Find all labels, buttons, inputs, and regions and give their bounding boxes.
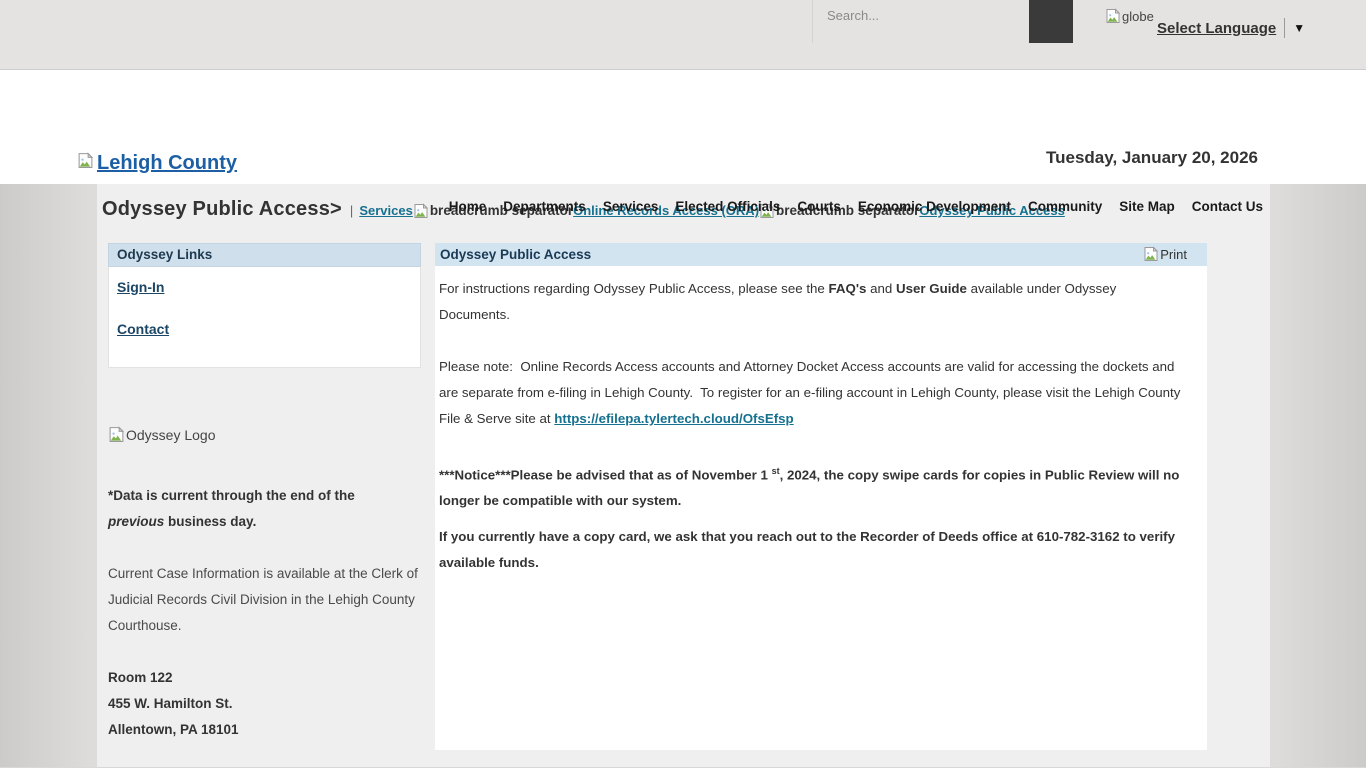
copy-card-paragraph: If you currently have a copy card, we as… <box>439 524 1183 576</box>
broken-image-icon <box>108 426 125 443</box>
globe-broken-image: globe <box>1105 8 1157 32</box>
nav-item-services[interactable]: Services <box>603 199 659 214</box>
broken-image-icon <box>413 203 429 219</box>
print-alt-text: Print <box>1160 247 1187 262</box>
efile-link[interactable]: https://efilepa.tylertech.cloud/OfsEfsp <box>554 411 793 426</box>
address-room: Room 122 <box>108 665 435 691</box>
odyssey-logo-broken-image: Odyssey Logo <box>108 426 435 443</box>
please-note-paragraph: Please note: Online Records Access accou… <box>439 354 1183 432</box>
current-case-info-text: Current Case Information is available at… <box>108 561 418 639</box>
panel-title: Odyssey Public Access <box>440 247 591 262</box>
odyssey-logo-alt-text: Odyssey Logo <box>126 427 216 443</box>
nav-item-departments[interactable]: Departments <box>503 199 586 214</box>
nav-item-community[interactable]: Community <box>1028 199 1102 214</box>
breadcrumb: Odyssey Public Access> | Services breadc… <box>97 190 1270 243</box>
broken-image-icon <box>1143 246 1159 262</box>
print-button[interactable]: Print <box>1143 246 1187 262</box>
search-button[interactable] <box>1029 0 1073 43</box>
office-address: Room 122 455 W. Hamilton St. Allentown, … <box>108 665 435 743</box>
language-separator <box>1284 18 1285 38</box>
page-background: Odyssey Public Access> | Services breadc… <box>0 184 1366 767</box>
panel-body: For instructions regarding Odyssey Publi… <box>435 266 1207 596</box>
nav-item-elected-officials[interactable]: Elected Officials <box>675 199 780 214</box>
top-utility-bar: globe Select Language ▼ <box>0 0 1366 70</box>
address-street: 455 W. Hamilton St. <box>108 691 435 717</box>
site-logo-link[interactable]: Lehigh County <box>77 152 237 175</box>
main-content-panel: Odyssey Public Access Print For instruct… <box>435 243 1207 750</box>
ordinal-superscript: st <box>772 466 780 476</box>
sidebar: Odyssey Links Sign-In Contact Odyssey Lo… <box>97 243 435 750</box>
site-header: Lehigh County Tuesday, January 20, 2026 … <box>0 70 1366 184</box>
data-note-italic-word: previous <box>108 514 164 529</box>
nav-item-courts[interactable]: Courts <box>797 199 841 214</box>
main-navigation: Home Departments Services Elected Offici… <box>449 199 1263 214</box>
notice-paragraph: ***Notice***Please be advised that as of… <box>439 458 1183 514</box>
content-wrapper: Odyssey Public Access> | Services breadc… <box>97 184 1270 767</box>
logo-alt-text: Lehigh County <box>97 152 237 175</box>
panel-header: Odyssey Public Access Print <box>435 243 1207 266</box>
user-guide-emphasis: User Guide <box>896 281 967 296</box>
page-title: Odyssey Public Access> <box>102 198 342 221</box>
data-currency-note: *Data is current through the end of the … <box>108 483 408 535</box>
broken-image-icon <box>1105 8 1121 24</box>
odyssey-links-box: Odyssey Links Sign-In Contact <box>108 243 421 368</box>
instructions-paragraph: For instructions regarding Odyssey Publi… <box>439 276 1183 328</box>
nav-item-home[interactable]: Home <box>449 199 487 214</box>
odyssey-links-title: Odyssey Links <box>108 243 421 267</box>
sidebar-link-sign-in[interactable]: Sign-In <box>117 279 164 295</box>
breadcrumb-pipe: | <box>350 203 353 218</box>
nav-item-contact-us[interactable]: Contact Us <box>1192 199 1263 214</box>
select-language-link[interactable]: Select Language <box>1157 20 1276 37</box>
sidebar-link-contact[interactable]: Contact <box>117 321 169 337</box>
current-date: Tuesday, January 20, 2026 <box>1046 148 1258 168</box>
search-input[interactable] <box>812 0 1029 43</box>
faqs-emphasis: FAQ's <box>829 281 867 296</box>
nav-item-site-map[interactable]: Site Map <box>1119 199 1175 214</box>
odyssey-links-body: Sign-In Contact <box>108 267 421 368</box>
broken-image-icon <box>77 152 94 169</box>
breadcrumb-link-services[interactable]: Services <box>359 203 413 218</box>
globe-alt-text: globe <box>1122 9 1154 24</box>
language-widget: Select Language ▼ <box>1157 18 1305 38</box>
language-dropdown-arrow-icon[interactable]: ▼ <box>1293 21 1305 35</box>
address-city: Allentown, PA 18101 <box>108 717 435 743</box>
nav-item-economic-development[interactable]: Economic Development <box>858 199 1011 214</box>
